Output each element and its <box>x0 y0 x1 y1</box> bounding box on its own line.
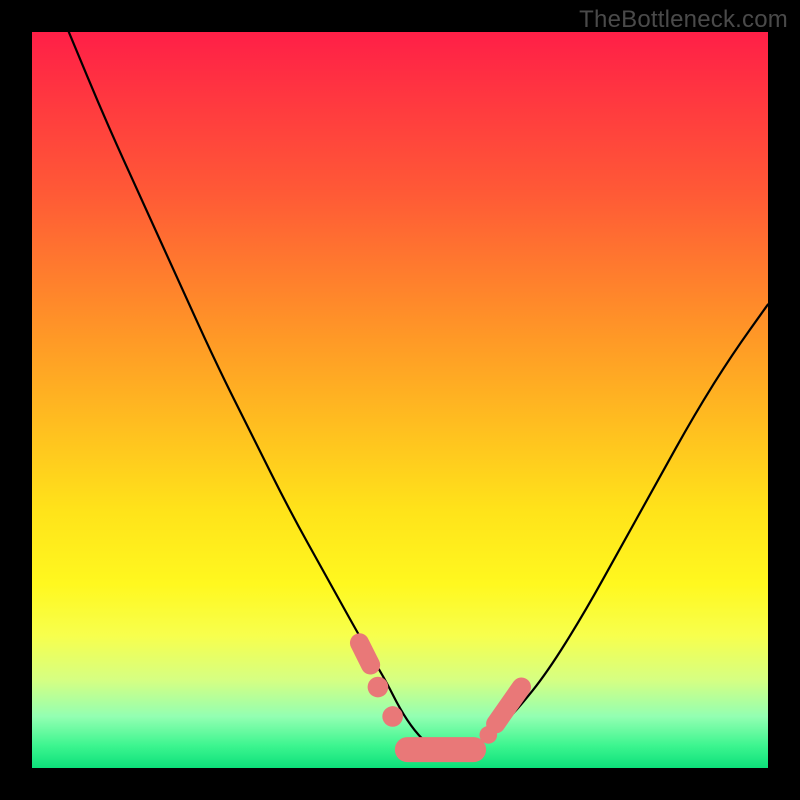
watermark-text: TheBottleneck.com <box>579 6 788 34</box>
plot-area <box>32 32 768 768</box>
curve-markers <box>360 643 522 750</box>
chart-svg <box>32 32 768 768</box>
chart-frame: TheBottleneck.com <box>0 0 800 800</box>
curve-path <box>69 32 768 753</box>
